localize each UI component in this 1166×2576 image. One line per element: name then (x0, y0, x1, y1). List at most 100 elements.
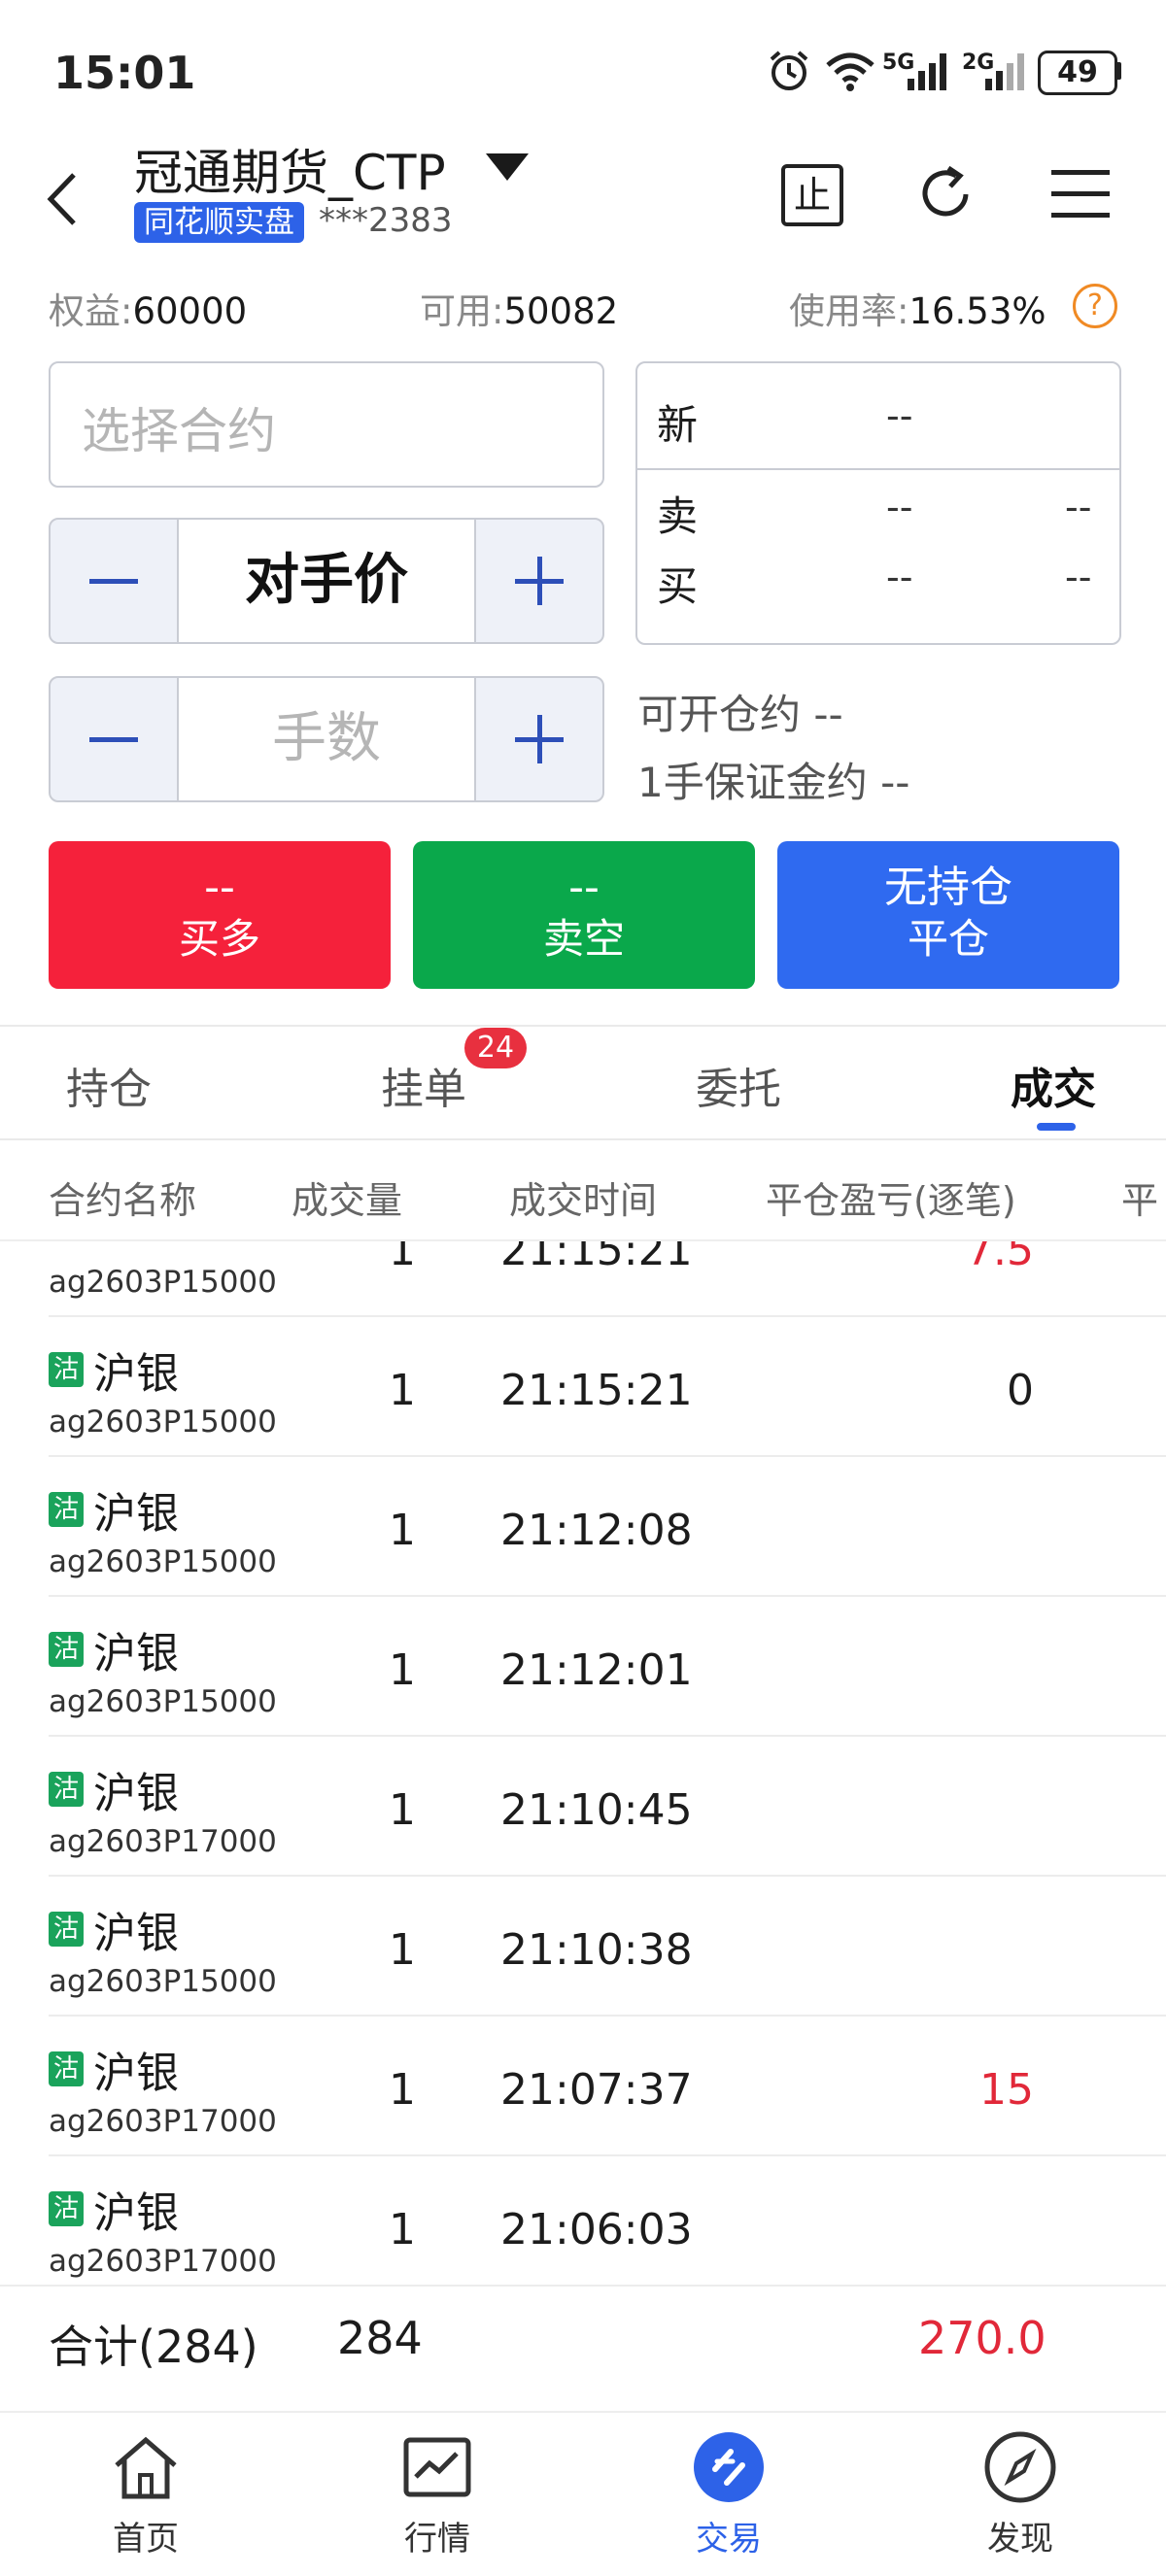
chart-icon (403, 2437, 471, 2497)
account-title[interactable]: 冠通期货_CTP (134, 134, 446, 204)
status-time: 15:01 (53, 47, 196, 99)
col-pnl[interactable]: 平仓盈亏(逐笔) (766, 1170, 1016, 1224)
stop-order-button[interactable]: 止 (777, 160, 845, 228)
battery-tip (1115, 62, 1121, 80)
tab-pending-orders[interactable]: 挂单 (381, 1054, 466, 1116)
col-pnl-2[interactable]: 平 (1121, 1170, 1158, 1224)
row-name: 沪银 (93, 1629, 179, 1678)
nav-divider (0, 2411, 1166, 2413)
tab-divider (0, 1138, 1166, 1140)
row-name: 沪银 (93, 2188, 179, 2238)
row-name: 沪银 (93, 1489, 179, 1539)
available-value: 50082 (503, 290, 619, 332)
table-row[interactable]: 沽沪银 ag2603P15000 1 21:12:01 (0, 1597, 1166, 1737)
qty-input[interactable]: 手数 (179, 678, 474, 800)
nav-home[interactable]: 首页 (63, 2428, 228, 2559)
total-label: 合计(284) (49, 2321, 258, 2373)
row-time: 21:10:38 (500, 1925, 693, 1975)
row-qty: 1 (389, 1506, 416, 1555)
row-code: ag2603P15000 (49, 1964, 277, 1999)
total-qty: 284 (337, 2312, 423, 2364)
wifi-icon (826, 52, 874, 91)
pending-count-badge: 24 (464, 1028, 527, 1068)
row-name: 沪银 (93, 2049, 179, 2098)
last-price: -- (886, 394, 913, 437)
table-row[interactable]: 沽沪银 ag2603P15000 1 21:10:38 (0, 1877, 1166, 2017)
margin-label: 1手保证金约 (637, 759, 868, 806)
compass-icon (984, 2431, 1056, 2503)
row-time: 21:12:08 (500, 1506, 693, 1555)
sell-label: 卖空 (542, 915, 625, 963)
close-position-button[interactable]: 无持仓 平仓 (777, 841, 1119, 989)
price-minus-button[interactable] (51, 520, 179, 642)
row-code: ag2603P15000 (49, 1405, 277, 1440)
nav-trade-label: 交易 (696, 2520, 762, 2559)
fills-list[interactable]: ag2603P15000 1 21:15:21 7.5 沽沪银 ag2603P15… (0, 1241, 1166, 2281)
bid-volume: -- (1065, 556, 1092, 598)
price-mode-field[interactable]: 对手价 (179, 520, 474, 642)
help-icon[interactable]: ? (1073, 284, 1117, 328)
back-icon[interactable] (39, 165, 87, 233)
menu-icon[interactable] (1047, 160, 1115, 228)
row-code: ag2603P15000 (49, 1265, 277, 1300)
table-row-partial[interactable]: ag2603P15000 1 21:15:21 7.5 (0, 1241, 1166, 1317)
usage-value: 16.53% (909, 290, 1046, 332)
equity-value: 60000 (132, 290, 248, 332)
put-tag-icon: 沽 (49, 1632, 84, 1667)
buy-price: -- (204, 863, 235, 912)
contract-select-field[interactable]: 选择合约 (49, 361, 604, 488)
nav-discover[interactable]: 发现 (938, 2428, 1103, 2559)
trade-icon (694, 2432, 764, 2502)
signal-2-icon (985, 53, 1024, 90)
tab-positions[interactable]: 持仓 (66, 1054, 152, 1116)
active-tab-indicator (1037, 1123, 1076, 1131)
usage-info: 使用率:16.53% (789, 282, 1046, 334)
row-time: 21:12:01 (500, 1645, 693, 1695)
col-time[interactable]: 成交时间 (509, 1170, 657, 1224)
col-volume[interactable]: 成交量 (292, 1170, 402, 1224)
row-name: 沪银 (93, 1349, 179, 1399)
put-tag-icon: 沽 (49, 1492, 84, 1527)
table-row[interactable]: 沽沪银 ag2603P15000 1 21:12:08 (0, 1457, 1166, 1597)
nav-market-label: 行情 (404, 2520, 470, 2559)
refresh-icon[interactable] (911, 160, 979, 228)
price-stepper[interactable]: 对手价 (49, 518, 604, 644)
col-contract[interactable]: 合约名称 (49, 1170, 196, 1224)
ask-price: -- (886, 486, 913, 528)
table-row[interactable]: 沽沪银 ag2603P17000 1 21:07:37 15 (0, 2017, 1166, 2156)
table-row[interactable]: 沽沪银 ag2603P17000 1 21:10:45 (0, 1737, 1166, 1877)
sell-price: -- (568, 863, 600, 912)
available-info: 可用:50082 (420, 282, 618, 334)
sell-short-button[interactable]: -- 卖空 (413, 841, 755, 989)
quantity-stepper[interactable]: 手数 (49, 676, 604, 802)
ask-volume: -- (1065, 486, 1092, 528)
section-divider (0, 1025, 1166, 1027)
signal-icon (908, 53, 946, 90)
row-qty: 1 (389, 1925, 416, 1975)
dropdown-caret-icon[interactable] (486, 153, 529, 181)
table-row[interactable]: 沽沪银 ag2603P17000 1 21:06:03 (0, 2156, 1166, 2281)
nav-discover-label: 发现 (987, 2520, 1053, 2559)
battery-level: 49 (1057, 55, 1098, 89)
openable-label: 可开仓约 (637, 691, 802, 738)
price-plus-button[interactable] (474, 520, 602, 642)
row-qty: 1 (389, 1645, 416, 1695)
status-bar: 15:01 5G 2G 49 (0, 0, 1166, 136)
buy-long-button[interactable]: -- 买多 (49, 841, 391, 989)
row-qty: 1 (389, 1241, 416, 1275)
row-code: ag2603P15000 (49, 1684, 277, 1719)
qty-minus-button[interactable] (51, 678, 179, 800)
account-number: ***2383 (319, 201, 453, 240)
tab-orders[interactable]: 委托 (696, 1054, 781, 1116)
nav-trade[interactable]: 交易 (646, 2428, 811, 2559)
equity-label: 权益: (49, 290, 133, 332)
row-pnl: 7.5 (966, 1241, 1034, 1275)
nav-market[interactable]: 行情 (355, 2428, 520, 2559)
total-pnl: 270.0 (918, 2312, 1046, 2364)
tab-fills[interactable]: 成交 (1011, 1054, 1096, 1116)
table-row[interactable]: 沽沪银 ag2603P15000 1 21:15:21 0 (0, 1317, 1166, 1457)
qty-plus-button[interactable] (474, 678, 602, 800)
row-qty: 1 (389, 1366, 416, 1415)
row-code: ag2603P15000 (49, 1544, 277, 1579)
row-time: 21:10:45 (500, 1785, 693, 1835)
